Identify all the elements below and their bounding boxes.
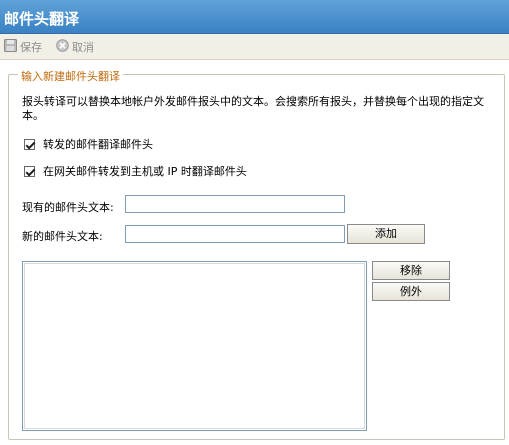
add-button[interactable]: 添加 xyxy=(347,224,425,244)
save-button[interactable]: 保存 xyxy=(4,38,42,56)
toolbar: 保存 取消 xyxy=(0,34,509,60)
checkbox-checked-icon[interactable] xyxy=(24,138,35,150)
checkbox-label: 在网关邮件转发到主机或 IP 时翻译邮件头 xyxy=(43,165,247,178)
exception-button[interactable]: 例外 xyxy=(372,282,450,301)
remove-button[interactable]: 移除 xyxy=(372,261,450,280)
cancel-button[interactable]: 取消 xyxy=(56,38,94,56)
new-header-label: 新的邮件头文本: xyxy=(22,230,103,243)
page-title: 邮件头翻译 xyxy=(4,10,80,28)
checkbox-checked-icon[interactable] xyxy=(24,165,35,177)
translation-list[interactable] xyxy=(22,261,367,431)
title-bar: 邮件头翻译 xyxy=(0,0,509,34)
cancel-circle-icon xyxy=(56,39,72,55)
existing-header-input[interactable] xyxy=(125,195,345,213)
translate-forwarded-checkbox[interactable]: 转发的邮件翻译邮件头 xyxy=(24,137,153,151)
existing-header-label: 现有的邮件头文本: xyxy=(22,201,114,214)
floppy-disk-icon xyxy=(4,39,20,55)
checkbox-label: 转发的邮件翻译邮件头 xyxy=(43,138,153,151)
cancel-label: 取消 xyxy=(72,41,94,54)
group-legend: 输入新建邮件头翻译 xyxy=(18,68,123,84)
new-header-input[interactable] xyxy=(125,225,345,243)
description-text: 报头转译可以替换本地帐户外发邮件报头中的文本。会搜索所有报头，并替换每个出现的指… xyxy=(22,95,484,122)
translate-gateway-checkbox[interactable]: 在网关邮件转发到主机或 IP 时翻译邮件头 xyxy=(24,164,247,178)
save-label: 保存 xyxy=(20,41,42,54)
